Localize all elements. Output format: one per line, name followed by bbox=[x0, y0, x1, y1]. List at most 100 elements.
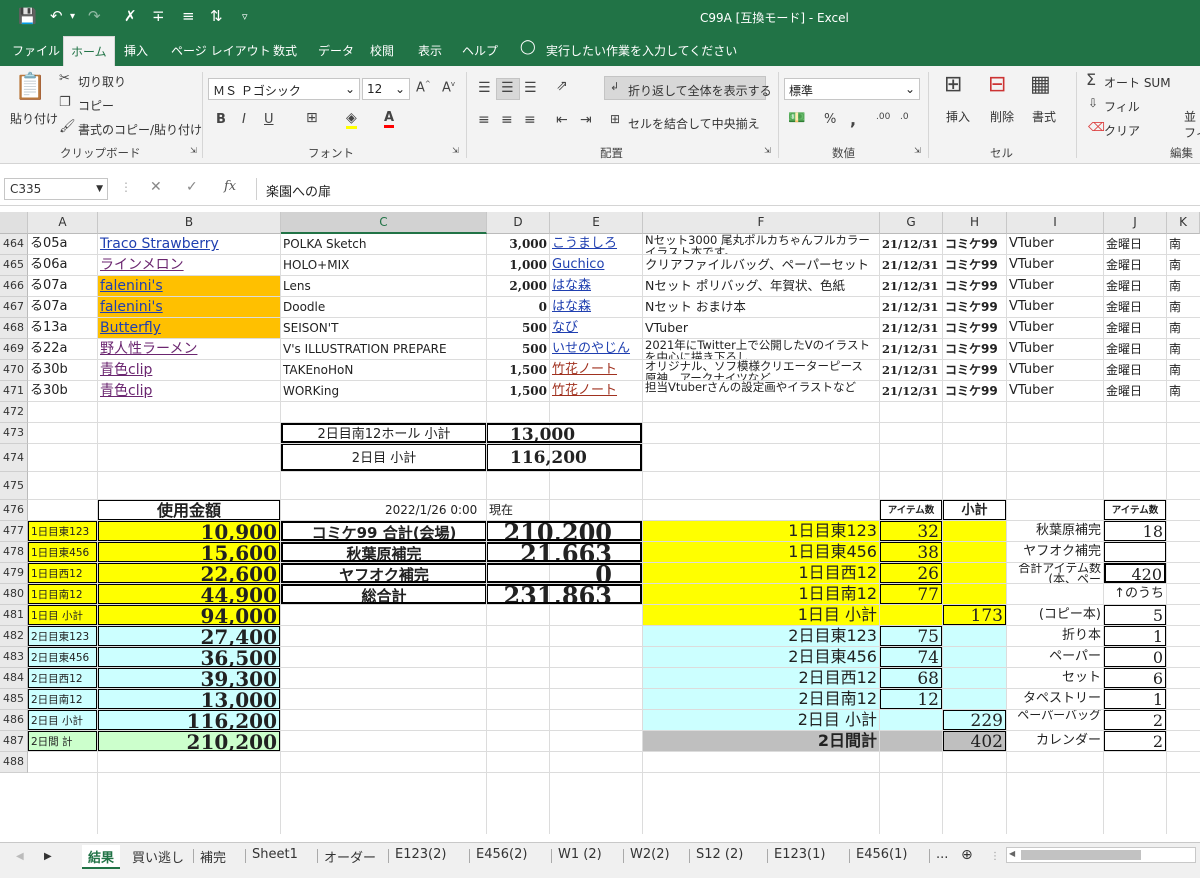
tell-me-search[interactable]: 実行したい作業を入力してください bbox=[546, 42, 737, 59]
cell-a-464[interactable]: る05a bbox=[28, 234, 97, 254]
col-header-g[interactable]: G bbox=[880, 212, 943, 234]
cell-a-471[interactable]: る30b bbox=[28, 381, 97, 401]
row-header-467[interactable]: 467 bbox=[0, 297, 28, 318]
enter-icon[interactable]: ✓ bbox=[186, 179, 198, 195]
cell-j-484[interactable]: 6 bbox=[1104, 668, 1166, 688]
cell-f-487[interactable]: 2日間計 bbox=[643, 731, 879, 751]
orientation-icon[interactable]: ⇗ bbox=[556, 78, 568, 94]
cell-f-478[interactable]: 1日目東456 bbox=[643, 542, 879, 562]
sheet-tab-2[interactable]: 補完 bbox=[200, 845, 226, 869]
cell-b-481[interactable]: 94,000 bbox=[98, 605, 280, 625]
cell-b-479[interactable]: 22,600 bbox=[98, 563, 280, 583]
col-header-f[interactable]: F bbox=[643, 212, 880, 234]
cell-h-487[interactable]: 402 bbox=[943, 731, 1006, 751]
cell-e-464[interactable]: こうましろ bbox=[550, 234, 642, 254]
sheet-tab-1[interactable]: 買い逃し bbox=[132, 845, 184, 869]
cell-k-469[interactable]: 南 bbox=[1167, 339, 1199, 359]
cell-i-482[interactable]: 折り本 bbox=[1007, 626, 1103, 646]
tab-formulas[interactable]: 数式 bbox=[273, 42, 297, 59]
align-right-icon[interactable]: ≡ bbox=[524, 112, 536, 128]
cell-c-466[interactable]: Lens bbox=[281, 276, 486, 296]
cell-d-467[interactable]: 0 bbox=[487, 297, 549, 317]
cell-g-478[interactable]: 38 bbox=[880, 542, 942, 562]
fill-button[interactable]: フィル bbox=[1104, 98, 1140, 115]
cell-d-473[interactable]: 13,000 bbox=[487, 423, 642, 443]
alignment-launcher-icon[interactable]: ⇲ bbox=[764, 146, 771, 155]
delete-cells-button[interactable]: 削除 bbox=[990, 108, 1014, 125]
font-name-combo[interactable]: ＭＳ Ｐゴシック ⌄ bbox=[208, 78, 360, 100]
align-top-icon[interactable]: ☰ bbox=[478, 80, 491, 96]
cell-c-478[interactable]: 秋葉原補完 bbox=[281, 542, 486, 562]
sheet-tab-0[interactable]: 結果 bbox=[82, 845, 121, 869]
cell-b-477[interactable]: 10,900 bbox=[98, 521, 280, 541]
cell-j-465[interactable]: 金曜日 bbox=[1104, 255, 1166, 275]
cell-e-470[interactable]: 竹花ノート bbox=[550, 360, 642, 380]
cell-g-487[interactable] bbox=[880, 731, 942, 751]
tab-review[interactable]: 校閲 bbox=[370, 42, 394, 59]
cell-c-479[interactable]: ヤフオク補完 bbox=[281, 563, 486, 583]
cell-a-484[interactable]: 2日目西12 bbox=[28, 668, 97, 688]
copy-icon[interactable]: ❐ bbox=[59, 95, 71, 110]
tab-page-layout[interactable]: ページ レイアウト bbox=[171, 42, 271, 59]
borders-icon[interactable]: ⊞ bbox=[306, 110, 318, 126]
cell-e-467[interactable]: はな森 bbox=[550, 297, 642, 317]
row-header-476[interactable]: 476 bbox=[0, 500, 28, 521]
scrollbar-thumb[interactable] bbox=[1021, 850, 1141, 860]
align-middle-icon[interactable]: ☰ bbox=[501, 80, 514, 96]
col-header-c[interactable]: C bbox=[281, 212, 487, 234]
sheet-tab-5[interactable]: E123(2) bbox=[395, 845, 446, 869]
cell-h-471[interactable]: コミケ99 bbox=[943, 381, 1006, 401]
row-header-484[interactable]: 484 bbox=[0, 668, 28, 689]
cell-a-467[interactable]: る07a bbox=[28, 297, 97, 317]
paste-button[interactable]: 貼り付け bbox=[10, 110, 58, 127]
cell-f-480[interactable]: 1日目南12 bbox=[643, 584, 879, 604]
cell-h-480[interactable] bbox=[943, 584, 1006, 604]
sheet-tab-7[interactable]: W1 (2) bbox=[558, 845, 602, 869]
cell-i-470[interactable]: VTuber bbox=[1007, 360, 1103, 380]
cell-g-483[interactable]: 74 bbox=[880, 647, 942, 667]
cell-a-486[interactable]: 2日目 小計 bbox=[28, 710, 97, 730]
cell-b-486[interactable]: 116,200 bbox=[98, 710, 280, 730]
clipboard-launcher-icon[interactable]: ⇲ bbox=[190, 146, 197, 155]
col-header-b[interactable]: B bbox=[98, 212, 281, 234]
cell-b-469[interactable]: 野人性ラーメン bbox=[98, 339, 280, 359]
cell-a-477[interactable]: 1日目東123 bbox=[28, 521, 97, 541]
decrease-indent-icon[interactable]: ⇤ bbox=[556, 112, 568, 128]
decrease-decimal-icon[interactable]: .0 bbox=[900, 112, 909, 122]
col-header-i[interactable]: I bbox=[1007, 212, 1104, 234]
cell-b-485[interactable]: 13,000 bbox=[98, 689, 280, 709]
col-header-d[interactable]: D bbox=[487, 212, 550, 234]
align-center-icon[interactable]: ≡ bbox=[501, 112, 513, 128]
cell-k-468[interactable]: 南 bbox=[1167, 318, 1199, 338]
cell-f-470[interactable]: オリジナル、ソフ模様クリエーターピース 原神、アークナイツなど bbox=[643, 360, 879, 380]
cell-j-487[interactable]: 2 bbox=[1104, 731, 1166, 751]
cell-b-483[interactable]: 36,500 bbox=[98, 647, 280, 667]
tab-help[interactable]: ヘルプ bbox=[462, 42, 498, 59]
cell-d-465[interactable]: 1,000 bbox=[487, 255, 549, 275]
cell-g-482[interactable]: 75 bbox=[880, 626, 942, 646]
cell-c-474[interactable]: 2日目 小計 bbox=[281, 444, 486, 471]
cell-c-473[interactable]: 2日目南12ホール 小計 bbox=[281, 423, 486, 443]
sheet-tab-9[interactable]: S12 (2) bbox=[696, 845, 743, 869]
strikethrough-icon[interactable]: ∓ bbox=[152, 7, 165, 25]
sheet-tab-8[interactable]: W2(2) bbox=[630, 845, 670, 869]
cell-f-483[interactable]: 2日目東456 bbox=[643, 647, 879, 667]
cell-a-483[interactable]: 2日目東456 bbox=[28, 647, 97, 667]
merge-icon[interactable]: ⊞ bbox=[610, 112, 620, 126]
cell-d-471[interactable]: 1,500 bbox=[487, 381, 549, 401]
cell-b-471[interactable]: 青色clip bbox=[98, 381, 280, 401]
row-header-487[interactable]: 487 bbox=[0, 731, 28, 752]
cell-e-466[interactable]: はな森 bbox=[550, 276, 642, 296]
cell-a-469[interactable]: る22a bbox=[28, 339, 97, 359]
cell-j-469[interactable]: 金曜日 bbox=[1104, 339, 1166, 359]
row-header-471[interactable]: 471 bbox=[0, 381, 28, 402]
cell-i-467[interactable]: VTuber bbox=[1007, 297, 1103, 317]
cell-a-481[interactable]: 1日目 小計 bbox=[28, 605, 97, 625]
cell-j-476[interactable]: アイテム数 bbox=[1104, 500, 1166, 520]
cell-i-468[interactable]: VTuber bbox=[1007, 318, 1103, 338]
cell-b-478[interactable]: 15,600 bbox=[98, 542, 280, 562]
row-header-485[interactable]: 485 bbox=[0, 689, 28, 710]
cell-j-481[interactable]: 5 bbox=[1104, 605, 1166, 625]
undo-icon[interactable]: ↶ bbox=[50, 7, 63, 25]
cell-j-479[interactable]: 420 bbox=[1104, 563, 1166, 583]
